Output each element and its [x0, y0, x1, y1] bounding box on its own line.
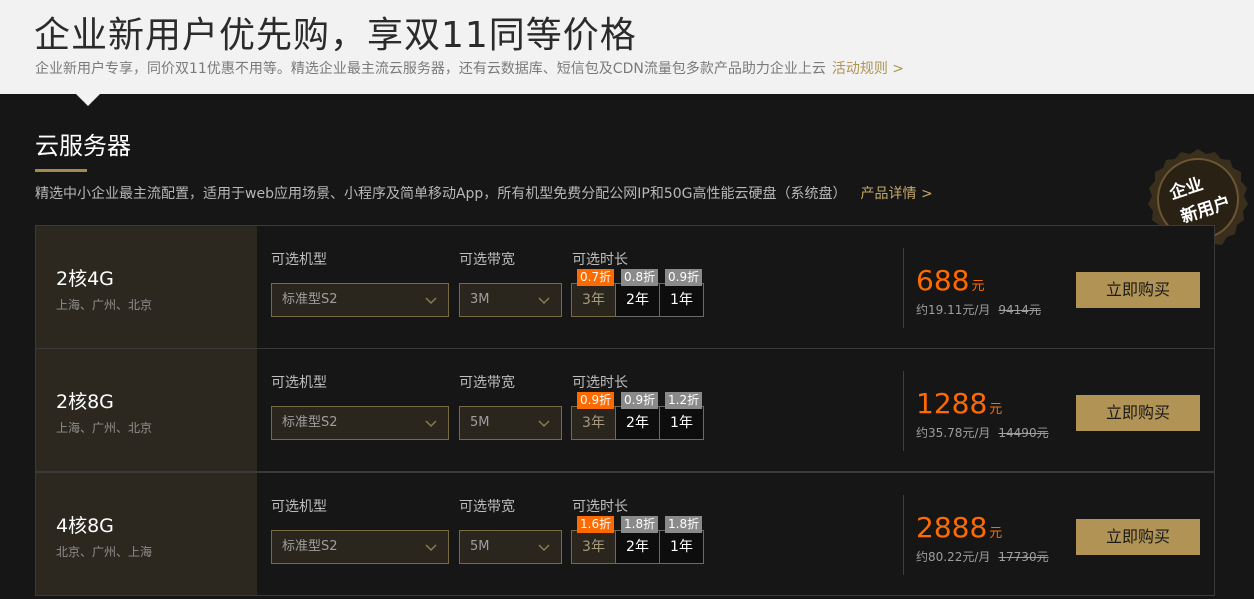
price-value: 688 — [916, 264, 970, 297]
price-divider — [903, 495, 904, 575]
price: 688 元 — [916, 264, 984, 304]
buy-now-button[interactable]: 立即购买 — [1076, 395, 1200, 431]
spec-name: 4核8G — [56, 515, 114, 537]
instance-type-value: 标准型S2 — [282, 415, 338, 430]
banner-subtitle: 企业新用户专享，同价双11优惠不用等。精选企业最主流云服务器，还有云数据库、短信… — [35, 58, 904, 78]
price-value: 1288 — [916, 387, 988, 420]
bandwidth-value: 5M — [470, 539, 490, 554]
chevron-down-icon — [538, 544, 550, 552]
bandwidth-value: 5M — [470, 415, 490, 430]
banner-title: 企业新用户优先购，享双11同等价格 — [34, 15, 637, 56]
price-unit: 元 — [989, 526, 1003, 541]
discount-badge-3y: 0.9折 — [577, 392, 615, 409]
product-row: 4核8G 北京、广州、上海 可选机型 可选带宽 可选时长 标准型S2 5M 3年… — [35, 472, 1215, 596]
instance-type-value: 标准型S2 — [282, 292, 338, 307]
duration-option-3y[interactable]: 3年 — [571, 530, 616, 564]
chevron-down-icon — [425, 297, 437, 305]
buy-now-button[interactable]: 立即购买 — [1076, 272, 1200, 308]
duration-label: 可选时长 — [572, 252, 628, 268]
monthly-price: 约19.11元/月 9414元 — [916, 301, 1041, 318]
monthly-price-text: 约80.22元/月 — [916, 550, 991, 564]
duration-label: 可选时长 — [572, 499, 628, 515]
instance-type-label: 可选机型 — [271, 499, 327, 515]
price-divider — [903, 371, 904, 451]
original-price: 9414元 — [998, 303, 1041, 317]
duration-option-3y[interactable]: 3年 — [571, 283, 616, 317]
discount-badge-3y: 0.7折 — [577, 269, 615, 286]
duration-option-1y[interactable]: 1年 — [659, 283, 704, 317]
activity-rules-link[interactable]: 活动规则 > — [832, 61, 904, 77]
spec-panel: 4核8G 北京、广州、上海 — [36, 473, 257, 595]
duration-option-1y[interactable]: 1年 — [659, 530, 704, 564]
product-row: 2核4G 上海、广州、北京 可选机型 可选带宽 可选时长 标准型S2 3M 3年… — [35, 225, 1215, 349]
bandwidth-label: 可选带宽 — [459, 375, 515, 391]
chevron-down-icon — [425, 544, 437, 552]
instance-type-label: 可选机型 — [271, 252, 327, 268]
discount-badge-2y: 0.8折 — [621, 269, 659, 286]
monthly-price-text: 约35.78元/月 — [916, 426, 991, 440]
monthly-price: 约80.22元/月 17730元 — [916, 548, 1049, 565]
spec-regions: 上海、广州、北京 — [56, 421, 153, 435]
instance-type-select[interactable]: 标准型S2 — [271, 530, 449, 564]
bandwidth-select[interactable]: 3M — [459, 283, 562, 317]
spec-name: 2核4G — [56, 268, 114, 290]
section-description: 精选中小企业最主流配置，适用于web应用场景、小程序及简单移动App，所有机型免… — [35, 183, 933, 203]
discount-badge-1y: 0.9折 — [665, 269, 703, 286]
spec-regions: 上海、广州、北京 — [56, 298, 153, 312]
section-description-text: 精选中小企业最主流配置，适用于web应用场景、小程序及简单移动App，所有机型免… — [35, 186, 847, 202]
monthly-price: 约35.78元/月 14490元 — [916, 424, 1049, 441]
tab-pointer-notch — [76, 94, 100, 106]
product-row: 2核8G 上海、广州、北京 可选机型 可选带宽 可选时长 标准型S2 5M 3年… — [35, 348, 1215, 472]
bandwidth-select[interactable]: 5M — [459, 406, 562, 440]
discount-badge-1y: 1.8折 — [665, 516, 703, 533]
duration-option-1y[interactable]: 1年 — [659, 406, 704, 440]
bandwidth-label: 可选带宽 — [459, 252, 515, 268]
duration-option-3y[interactable]: 3年 — [571, 406, 616, 440]
price: 2888 元 — [916, 511, 1002, 551]
price-unit: 元 — [989, 402, 1003, 417]
price: 1288 元 — [916, 387, 1002, 427]
duration-option-2y[interactable]: 2年 — [615, 406, 660, 440]
section-title-underline — [35, 169, 87, 172]
chevron-down-icon — [538, 420, 550, 428]
bandwidth-value: 3M — [470, 292, 490, 307]
chevron-down-icon — [425, 420, 437, 428]
instance-type-select[interactable]: 标准型S2 — [271, 406, 449, 440]
discount-badge-2y: 1.8折 — [621, 516, 659, 533]
instance-type-label: 可选机型 — [271, 375, 327, 391]
buy-now-button[interactable]: 立即购买 — [1076, 519, 1200, 555]
section-title: 云服务器 — [35, 132, 131, 160]
spec-panel: 2核8G 上海、广州、北京 — [36, 349, 257, 471]
spec-regions: 北京、广州、上海 — [56, 545, 153, 559]
price-divider — [903, 248, 904, 328]
bandwidth-select[interactable]: 5M — [459, 530, 562, 564]
price-unit: 元 — [971, 279, 985, 294]
duration-label: 可选时长 — [572, 375, 628, 391]
duration-option-2y[interactable]: 2年 — [615, 530, 660, 564]
price-value: 2888 — [916, 511, 988, 544]
discount-badge-3y: 1.6折 — [577, 516, 615, 533]
spec-name: 2核8G — [56, 391, 114, 413]
discount-badge-2y: 0.9折 — [621, 392, 659, 409]
original-price: 14490元 — [998, 426, 1049, 440]
promo-banner: 企业新用户优先购，享双11同等价格 企业新用户专享，同价双11优惠不用等。精选企… — [0, 0, 1254, 94]
original-price: 17730元 — [998, 550, 1049, 564]
monthly-price-text: 约19.11元/月 — [916, 303, 991, 317]
duration-option-2y[interactable]: 2年 — [615, 283, 660, 317]
product-detail-link[interactable]: 产品详情 > — [861, 186, 933, 202]
banner-subtitle-text: 企业新用户专享，同价双11优惠不用等。精选企业最主流云服务器，还有云数据库、短信… — [35, 61, 826, 77]
instance-type-value: 标准型S2 — [282, 539, 338, 554]
chevron-down-icon — [538, 297, 550, 305]
discount-badge-1y: 1.2折 — [665, 392, 703, 409]
bandwidth-label: 可选带宽 — [459, 499, 515, 515]
spec-panel: 2核4G 上海、广州、北京 — [36, 226, 257, 348]
instance-type-select[interactable]: 标准型S2 — [271, 283, 449, 317]
